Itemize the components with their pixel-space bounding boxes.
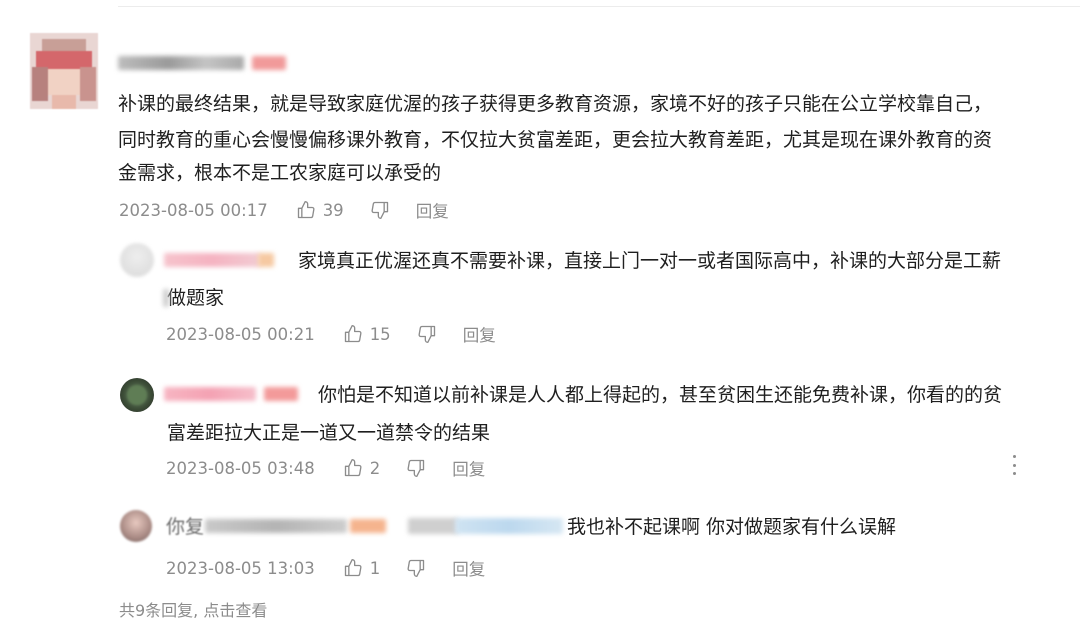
reply-text-line: 做题家 bbox=[167, 287, 225, 309]
timestamp: 2023-08-05 00:17 bbox=[119, 200, 268, 220]
reply-meta: 2023-08-05 13:03 1 回复 bbox=[166, 556, 485, 580]
reply-text-line: 富差距拉大正是一道又一道禁令的结果 bbox=[167, 422, 491, 444]
thumbs-down-icon bbox=[407, 459, 425, 477]
user-badge bbox=[252, 56, 286, 70]
thumbs-up-icon bbox=[344, 559, 362, 577]
reply-button[interactable]: 回复 bbox=[452, 456, 485, 480]
like-button[interactable]: 39 bbox=[296, 200, 344, 220]
like-button[interactable]: 2 bbox=[343, 458, 381, 478]
reply-prefix: 你复 bbox=[166, 516, 205, 538]
like-button[interactable]: 1 bbox=[343, 558, 381, 578]
comment-text-line: 同时教育的重心会慢慢偏移课外教育，不仅拉大贫富差距，更会拉大教育差距，尤其是现在… bbox=[118, 129, 993, 151]
username[interactable] bbox=[164, 253, 260, 267]
comment-meta: 2023-08-05 00:17 39 回复 bbox=[119, 198, 449, 222]
user-badge bbox=[264, 387, 298, 401]
timestamp: 2023-08-05 13:03 bbox=[166, 558, 315, 578]
dislike-button[interactable] bbox=[370, 200, 390, 220]
avatar[interactable] bbox=[30, 33, 98, 109]
view-all-replies-link[interactable]: 共9条回复, 点击查看 bbox=[119, 597, 267, 621]
username[interactable] bbox=[205, 519, 347, 533]
avatar[interactable] bbox=[120, 510, 152, 542]
mention-blur bbox=[163, 289, 169, 307]
user-badge bbox=[258, 253, 274, 267]
dislike-button[interactable] bbox=[406, 558, 426, 578]
like-button[interactable]: 15 bbox=[343, 324, 391, 344]
thumbs-down-icon bbox=[418, 325, 435, 343]
avatar[interactable] bbox=[120, 378, 154, 412]
username[interactable] bbox=[164, 387, 256, 401]
reply-text-line: 我也补不起课啊 你对做题家有什么误解 bbox=[567, 516, 897, 538]
quoted-username bbox=[408, 518, 458, 534]
thumbs-up-icon bbox=[344, 459, 362, 477]
reply-meta: 2023-08-05 03:48 2 回复 bbox=[166, 456, 485, 480]
reply-meta: 2023-08-05 00:21 15 回复 bbox=[166, 322, 496, 346]
reply-text-line: 家境真正优渥还真不需要补课，直接上门一对一或者国际高中，补课的大部分是工薪 bbox=[298, 250, 1002, 272]
reply-button[interactable]: 回复 bbox=[452, 556, 485, 580]
thumbs-up-icon bbox=[297, 201, 315, 219]
quoted-badge bbox=[455, 518, 563, 534]
like-count: 2 bbox=[369, 458, 381, 478]
like-count: 39 bbox=[322, 200, 344, 220]
avatar[interactable] bbox=[120, 243, 154, 277]
reply-button[interactable]: 回复 bbox=[416, 198, 449, 222]
comment-text-line: 补课的最终结果，就是导致家庭优渥的孩子获得更多教育资源，家境不好的孩子只能在公立… bbox=[118, 93, 993, 115]
top-divider bbox=[118, 6, 1080, 7]
user-badge bbox=[350, 519, 386, 533]
username[interactable] bbox=[118, 56, 244, 70]
reply-text-line: 你怕是不知道以前补课是人人都上得起的，甚至贫困生还能免费补课，你看的的贫 bbox=[318, 384, 1003, 406]
like-count: 15 bbox=[369, 324, 391, 344]
thumbs-down-icon bbox=[371, 201, 388, 219]
like-count: 1 bbox=[369, 558, 381, 578]
dislike-button[interactable] bbox=[417, 324, 437, 344]
thumbs-up-icon bbox=[344, 325, 362, 343]
more-vertical-icon[interactable] bbox=[1009, 455, 1019, 475]
dislike-button[interactable] bbox=[406, 458, 426, 478]
comment-text-line: 金需求，根本不是工农家庭可以承受的 bbox=[118, 162, 442, 184]
timestamp: 2023-08-05 03:48 bbox=[166, 458, 315, 478]
reply-button[interactable]: 回复 bbox=[463, 322, 496, 346]
thumbs-down-icon bbox=[407, 559, 425, 577]
timestamp: 2023-08-05 00:21 bbox=[166, 324, 315, 344]
